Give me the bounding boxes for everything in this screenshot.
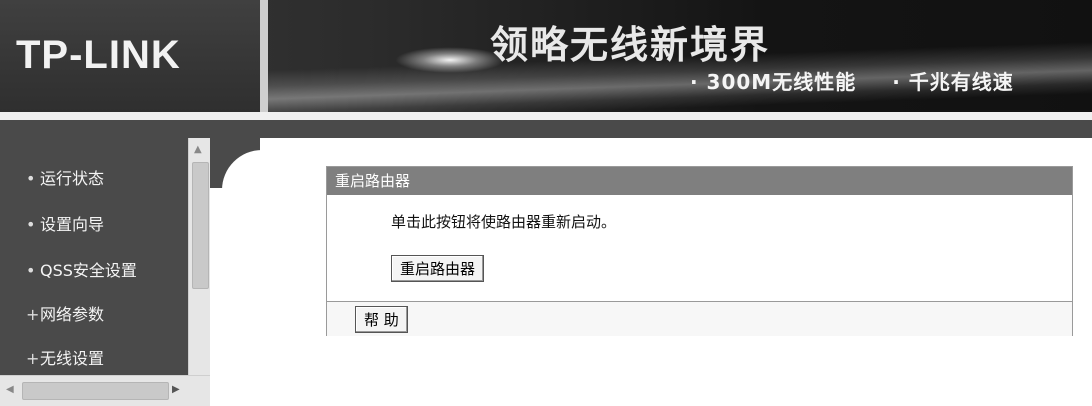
header-banner: TP-LINK 领略无线新境界 · 300M无线性能 · 千兆有线速: [0, 0, 1092, 112]
feature-wired: · 千兆有线速: [892, 70, 1014, 94]
logo-box: TP-LINK: [0, 0, 268, 112]
sidebar-item-label: 无线设置: [40, 349, 105, 368]
expand-icon: +: [26, 305, 40, 324]
scroll-right-icon[interactable]: ▶: [172, 384, 180, 395]
bullet-icon: •: [26, 215, 36, 234]
bullet-icon: •: [26, 261, 36, 280]
sidebar-item-label: 网络参数: [40, 305, 105, 324]
sidebar-menu: • 运行状态 • 设置向导 • QSS安全设置 +网络参数 +无线设置: [0, 138, 210, 405]
banner-divider: [0, 112, 1092, 120]
sidebar-item-setup-wizard[interactable]: • 设置向导: [26, 211, 104, 235]
expand-icon: +: [26, 349, 40, 368]
bullet-icon: •: [26, 169, 36, 188]
feature-wireless: · 300M无线性能: [690, 70, 857, 94]
scroll-left-icon[interactable]: ◀: [6, 384, 14, 395]
panel-footer: 帮 助: [327, 301, 1072, 336]
brand-logo: TP-LINK: [16, 33, 181, 77]
content-corner: [210, 138, 302, 230]
sidebar-item-status[interactable]: • 运行状态: [26, 165, 104, 189]
sidebar-item-label: 运行状态: [40, 169, 105, 188]
panel-body: 单击此按钮将使路由器重新启动。 重启路由器: [327, 195, 1072, 301]
sidebar-horizontal-scrollbar[interactable]: ◀ ▶: [0, 375, 210, 406]
scrollbar-thumb[interactable]: [192, 162, 209, 289]
sidebar-item-network[interactable]: +网络参数: [26, 301, 104, 325]
sidebar-item-label: 设置向导: [40, 215, 105, 234]
banner-features: · 300M无线性能 · 千兆有线速: [690, 66, 1042, 95]
scroll-up-icon[interactable]: ▲: [194, 144, 202, 155]
main-content: 重启路由器 单击此按钮将使路由器重新启动。 重启路由器 帮 助: [210, 138, 1092, 405]
reboot-panel: 重启路由器 单击此按钮将使路由器重新启动。 重启路由器 帮 助: [326, 166, 1073, 336]
panel-title: 重启路由器: [327, 167, 1072, 195]
sidebar-item-label: QSS安全设置: [40, 261, 137, 280]
reboot-button[interactable]: 重启路由器: [391, 255, 485, 282]
top-bar: [0, 120, 1092, 138]
scrollbar-thumb[interactable]: [22, 382, 169, 400]
reboot-description: 单击此按钮将使路由器重新启动。: [391, 213, 617, 231]
banner-slogan: 领略无线新境界: [490, 23, 771, 67]
sidebar-item-wireless[interactable]: +无线设置: [26, 345, 104, 369]
sidebar-item-qss[interactable]: • QSS安全设置: [26, 257, 137, 281]
help-button[interactable]: 帮 助: [355, 306, 408, 333]
banner-flare: [395, 47, 505, 73]
sidebar-vertical-scrollbar[interactable]: ▲: [188, 138, 211, 375]
